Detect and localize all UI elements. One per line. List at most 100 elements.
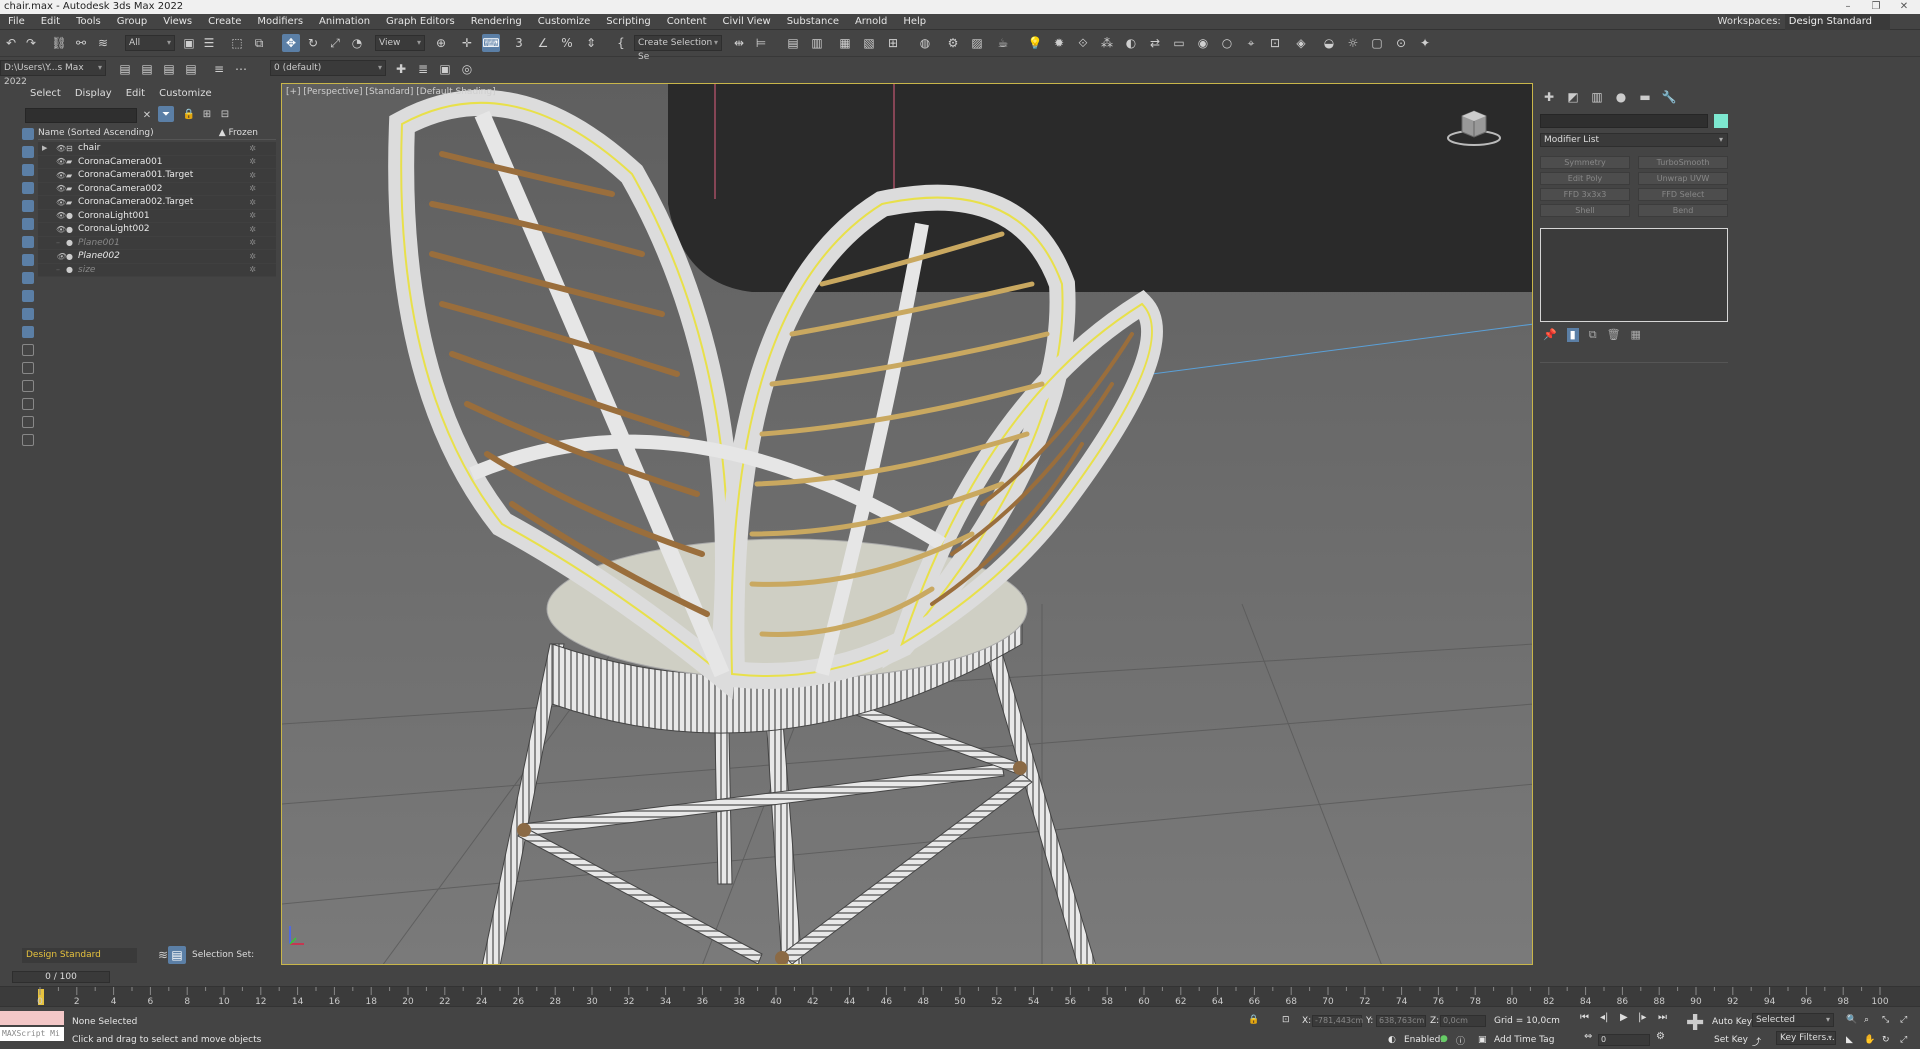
corona-camera-icon[interactable]: ⌖ xyxy=(1242,34,1260,52)
zoom-extents-all-icon[interactable]: ⤢ xyxy=(1900,1015,1907,1025)
menu-customize[interactable]: Customize xyxy=(530,14,599,30)
track-ruler[interactable]: 0 2 4 6 8 10 12 14 16 18 20 22 24 26 28 30 32 34 36 38 40 42 4… xyxy=(0,987,1920,1007)
schematic-view-icon[interactable]: ⊞ xyxy=(884,34,902,52)
menu-tools[interactable]: Tools xyxy=(68,14,109,30)
corona-denoise-icon[interactable]: ☼ xyxy=(1344,34,1362,52)
menu-create[interactable]: Create xyxy=(200,14,249,30)
snowflake-icon[interactable]: ✲ xyxy=(249,184,256,193)
corona-light-lister-icon[interactable]: ✦ xyxy=(1416,34,1434,52)
percent-snap-icon[interactable]: % xyxy=(558,34,576,52)
absolute-mode-icon[interactable]: ⊡ xyxy=(1282,1015,1290,1025)
container-update-icon[interactable]: ▤ xyxy=(182,60,200,78)
corona-light-icon[interactable]: 💡 xyxy=(1026,34,1044,52)
select-in-layer-icon[interactable]: ▣ xyxy=(436,60,454,78)
show-end-result-icon[interactable]: ▮ xyxy=(1566,328,1579,342)
y-coordinate[interactable]: 638,763cm xyxy=(1376,1015,1426,1027)
unwrap-uvw-button[interactable]: Unwrap UVW xyxy=(1638,172,1728,185)
rendered-frame-window-icon[interactable]: ▨ xyxy=(968,34,986,52)
layer-dropdown[interactable]: 0 (default) xyxy=(270,60,386,76)
snowflake-icon[interactable]: ✲ xyxy=(249,265,256,274)
rect-selection-icon[interactable]: ⬚ xyxy=(228,34,246,52)
workspace-dropdown[interactable]: Design Standard xyxy=(1784,14,1890,30)
list-item[interactable]: ▶ 👁 ⊟ chair ✲ xyxy=(38,142,276,156)
pivot-center-icon[interactable]: ⊕ xyxy=(432,34,450,52)
set-key-big-icon[interactable]: ✚ xyxy=(1686,1011,1704,1036)
hierarchy-icon[interactable]: ⊞ xyxy=(200,107,214,121)
explorer-menu-display[interactable]: Display xyxy=(75,88,112,99)
align-icon[interactable]: ⊨ xyxy=(752,34,770,52)
zoom-icon[interactable]: 🔍 xyxy=(1846,1015,1857,1025)
corona-vfb-icon[interactable]: ▭ xyxy=(1170,34,1188,52)
selection-filter-dropdown[interactable]: All xyxy=(125,35,175,51)
ffd-3x3x3-button[interactable]: FFD 3x3x3 xyxy=(1540,188,1630,201)
menu-animation[interactable]: Animation xyxy=(311,14,378,30)
display-all-icon[interactable] xyxy=(22,344,34,356)
eye-icon[interactable]: 👁 xyxy=(56,225,66,234)
list-item[interactable]: 👁 ● CoronaLight001 ✲ xyxy=(38,209,276,223)
menu-civil-view[interactable]: Civil View xyxy=(715,14,779,30)
time-config-icon[interactable]: ⚙ xyxy=(1656,1031,1665,1042)
layer-sort-icon[interactable]: ⊟ xyxy=(218,107,232,121)
snaps-toggle-icon[interactable]: 3 xyxy=(510,34,528,52)
add-time-tag[interactable]: Add Time Tag xyxy=(1494,1035,1554,1045)
render-setup-icon[interactable]: ⚙ xyxy=(944,34,962,52)
cameras-filter-icon[interactable] xyxy=(22,182,34,194)
time-tag-button-icon[interactable]: ▣ xyxy=(1478,1035,1487,1045)
turbosmooth-button[interactable]: TurboSmooth xyxy=(1638,156,1728,169)
set-current-layer-icon[interactable]: ◎ xyxy=(458,60,476,78)
invert-display-icon[interactable] xyxy=(22,380,34,392)
menu-content[interactable]: Content xyxy=(659,14,715,30)
menu-views[interactable]: Views xyxy=(155,14,200,30)
hidden-filter-icon[interactable] xyxy=(22,326,34,338)
lock-icon[interactable]: 🔒 xyxy=(182,107,196,121)
create-layer-icon[interactable]: ✚ xyxy=(392,60,410,78)
keyboard-shortcut-override-icon[interactable]: ⌨ xyxy=(482,34,500,52)
modifier-stack[interactable] xyxy=(1540,228,1728,322)
snowflake-icon[interactable]: ✲ xyxy=(249,171,256,180)
list-item[interactable]: 👁 ● CoronaLight002 ✲ xyxy=(38,223,276,237)
material-editor-icon[interactable]: ◍ xyxy=(916,34,934,52)
zoom-all-icon[interactable]: ⌕ xyxy=(1864,1015,1869,1025)
angle-snap-icon[interactable]: ∠ xyxy=(534,34,552,52)
orbit-icon[interactable]: ↻ xyxy=(1882,1035,1890,1045)
explorer-search-input[interactable] xyxy=(25,108,137,123)
find-icon[interactable] xyxy=(22,398,34,410)
geometry-filter-icon[interactable] xyxy=(22,128,34,140)
snowflake-icon[interactable]: ✲ xyxy=(249,198,256,207)
unlink-icon[interactable]: ⚯ xyxy=(72,34,90,52)
eye-icon[interactable]: 👁 xyxy=(56,157,66,166)
menu-scripting[interactable]: Scripting xyxy=(598,14,658,30)
bend-button[interactable]: Bend xyxy=(1638,204,1728,217)
x-coordinate[interactable]: -781,443cm xyxy=(1312,1015,1363,1027)
explorer-menu-select[interactable]: Select xyxy=(30,88,61,99)
corona-interactive-icon[interactable]: ◉ xyxy=(1194,34,1212,52)
hierarchy-tab-icon[interactable]: ▥ xyxy=(1589,90,1605,104)
funnel-icon[interactable] xyxy=(22,416,34,428)
corona-sun-icon[interactable]: ✹ xyxy=(1050,34,1068,52)
workspace-bottom-dropdown[interactable]: Design Standard xyxy=(22,948,137,963)
container-close-icon[interactable]: ▤ xyxy=(138,60,156,78)
default-tangent-icon[interactable]: ⤴ xyxy=(1752,1035,1761,1048)
utilities-tab-icon[interactable]: 🔧 xyxy=(1661,90,1677,104)
menu-file[interactable]: File xyxy=(0,14,33,30)
corona-converter-icon[interactable]: ⇄ xyxy=(1146,34,1164,52)
minimize-icon[interactable]: – xyxy=(1836,0,1860,14)
helpers-filter-icon[interactable] xyxy=(22,200,34,212)
edit-named-sets-icon[interactable]: { xyxy=(612,34,630,52)
layer-explorer-icon[interactable]: ▥ xyxy=(808,34,826,52)
corona-frame-icon[interactable]: ▢ xyxy=(1368,34,1386,52)
container-open-icon[interactable]: ▤ xyxy=(116,60,134,78)
close-icon[interactable]: ✕ xyxy=(1892,0,1916,14)
motion-tab-icon[interactable]: ● xyxy=(1613,90,1629,104)
key-mode-icon[interactable]: ⇔ xyxy=(1584,1031,1592,1042)
eye-closed-icon[interactable]: – xyxy=(56,265,66,274)
info-icon[interactable]: ⓘ xyxy=(1456,1034,1465,1047)
make-unique-icon[interactable]: ⧉ xyxy=(1589,328,1597,342)
list-item[interactable]: 👁 ▰ CoronaCamera001.Target ✲ xyxy=(38,169,276,183)
menu-modifiers[interactable]: Modifiers xyxy=(249,14,311,30)
select-rotate-icon[interactable]: ↻ xyxy=(304,34,322,52)
container-inherit-icon[interactable]: ▤ xyxy=(160,60,178,78)
select-place-icon[interactable]: ◔ xyxy=(348,34,366,52)
menu-rendering[interactable]: Rendering xyxy=(463,14,530,30)
menu-graph-editors[interactable]: Graph Editors xyxy=(378,14,463,30)
